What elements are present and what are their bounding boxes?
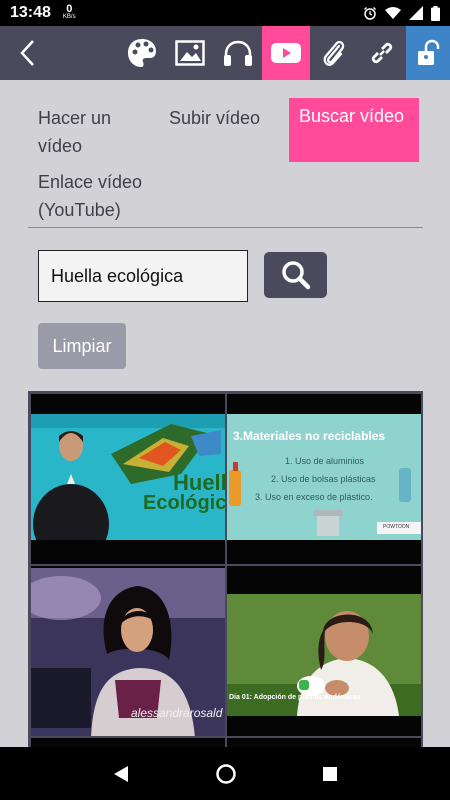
video-result-3[interactable]: alessandrarosald [31, 566, 225, 736]
video-tool-button[interactable] [262, 26, 310, 80]
network-speed: 0 KB/s [62, 3, 76, 21]
search-icon [281, 261, 310, 290]
video-list-item: 1. Uso de aluminios [285, 456, 365, 466]
alarm-icon [364, 7, 376, 20]
clear-button[interactable]: Limpiar [38, 323, 126, 369]
home-nav-icon[interactable] [215, 763, 237, 785]
audio-tool-button[interactable] [214, 26, 262, 80]
video-caption: Día 01: Adopción de plantas endémicas [229, 694, 361, 701]
video-result-4[interactable]: Día 01: Adopción de plantas endémicas [227, 566, 421, 736]
android-nav-bar [0, 747, 450, 800]
video-title-line2: Ecológica [143, 492, 225, 514]
tab-make-video[interactable]: Hacer un vídeo [38, 104, 148, 160]
link-icon [371, 42, 393, 64]
network-speed-unit: KB/s [62, 14, 76, 20]
recents-nav-icon[interactable] [322, 766, 338, 782]
video-result-1[interactable]: Huella Ecológica [31, 394, 225, 564]
back-nav-icon[interactable] [112, 765, 130, 783]
image-icon [175, 40, 205, 66]
tab-upload-video[interactable]: Subir vídeo [169, 104, 260, 132]
attachment-tool-button[interactable] [310, 26, 358, 80]
drawing-tool-button[interactable] [118, 26, 166, 80]
video-list-item: 2. Uso de bolsas plásticas [271, 474, 376, 484]
video-result-2[interactable]: 3.Materiales no reciclables 1. Uso de al… [227, 394, 421, 564]
editor-toolbar [0, 26, 450, 80]
video-brand: POWTOON [383, 524, 410, 530]
video-caption: alessandrarosald [131, 706, 223, 720]
youtube-icon [271, 43, 301, 63]
palette-icon [128, 39, 156, 67]
video-title: 3.Materiales no reciclables [233, 429, 386, 443]
unlock-button[interactable] [406, 26, 450, 80]
link-tool-button[interactable] [358, 26, 406, 80]
wifi-icon [385, 7, 401, 19]
signal-icon [409, 6, 423, 20]
status-bar: 13:48 0 KB/s [0, 0, 450, 26]
unlock-icon [418, 39, 440, 65]
battery-icon [431, 5, 440, 21]
search-input[interactable] [38, 250, 248, 302]
back-arrow-icon [20, 40, 34, 66]
paperclip-icon [323, 40, 345, 66]
tab-youtube-link[interactable]: Enlace vídeo (YouTube) [38, 168, 178, 224]
video-source-tabs: Hacer un vídeo Subir vídeo Buscar vídeo … [28, 96, 423, 228]
search-button[interactable] [264, 252, 327, 298]
image-tool-button[interactable] [166, 26, 214, 80]
video-results-grid: Huella Ecológica 3.Materiales no recicla… [28, 391, 423, 750]
tab-search-video[interactable]: Buscar vídeo [289, 98, 419, 162]
status-time: 13:48 [10, 4, 51, 21]
back-button[interactable] [0, 26, 56, 80]
headphones-icon [224, 40, 252, 66]
network-speed-value: 0 [66, 3, 73, 15]
video-list-item: 3. Uso en exceso de plástico. [255, 492, 373, 502]
